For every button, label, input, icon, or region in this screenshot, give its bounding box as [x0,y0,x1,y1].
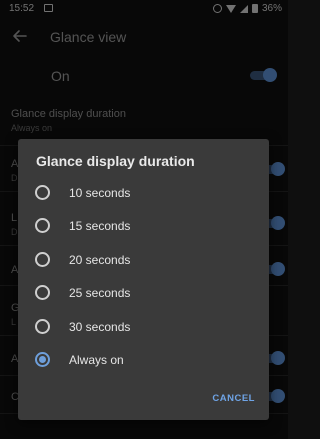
radio-button-selected[interactable] [35,352,50,367]
duration-dialog: Glance display duration 10 seconds 15 se… [18,139,269,420]
radio-button[interactable] [35,319,50,334]
option-label: Always on [69,353,124,367]
option-10-seconds[interactable]: 10 seconds [18,178,269,208]
option-20-seconds[interactable]: 20 seconds [18,245,269,275]
option-25-seconds[interactable]: 25 seconds [18,278,269,308]
dialog-title: Glance display duration [36,153,195,169]
option-always-on[interactable]: Always on [18,345,269,375]
option-label: 25 seconds [69,286,131,300]
option-label: 30 seconds [69,320,131,334]
option-label: 15 seconds [69,219,131,233]
radio-button[interactable] [35,252,50,267]
option-30-seconds[interactable]: 30 seconds [18,312,269,342]
option-15-seconds[interactable]: 15 seconds [18,211,269,241]
option-label: 10 seconds [69,186,131,200]
cancel-button[interactable]: CANCEL [212,393,255,404]
radio-button[interactable] [35,185,50,200]
option-label: 20 seconds [69,253,131,267]
radio-button[interactable] [35,285,50,300]
radio-button[interactable] [35,218,50,233]
